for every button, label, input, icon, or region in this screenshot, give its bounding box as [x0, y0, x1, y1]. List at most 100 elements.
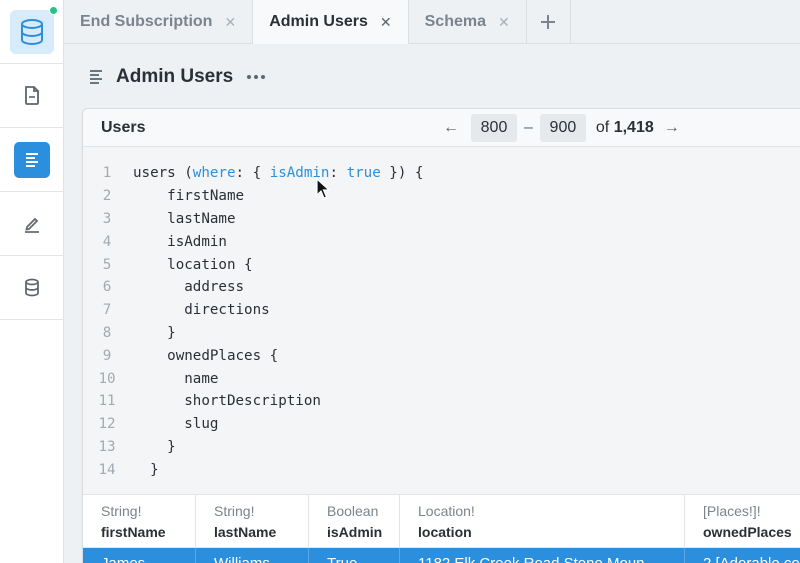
code-line: 6 address [83, 276, 800, 299]
database-tile[interactable] [10, 5, 58, 54]
sidebar-item-mutations[interactable] [0, 192, 64, 256]
table-cell[interactable]: True [309, 548, 400, 563]
tab-label: Admin Users [269, 13, 368, 30]
code-line: 1 users (where: { isAdmin: true }) { [83, 162, 800, 185]
line-number: 6 [102, 279, 112, 296]
close-icon[interactable]: ✕ [498, 14, 510, 31]
table-cell[interactable]: James [83, 548, 196, 563]
close-icon[interactable]: ✕ [380, 14, 392, 31]
table-cell[interactable]: 1182 Elk Creek Road Stone Moun [400, 548, 685, 563]
column-name: lastName [214, 524, 277, 540]
code-text: name [133, 370, 219, 387]
next-page-icon[interactable]: → [662, 119, 682, 137]
list-icon [26, 152, 38, 167]
table-cell[interactable]: 2 [Adorable cot [685, 548, 800, 563]
line-number: 11 [98, 393, 116, 410]
code-text: lastName [133, 210, 236, 227]
tab-admin-users[interactable]: Admin Users ✕ [253, 0, 409, 44]
list-icon [90, 70, 102, 84]
line-number: 3 [102, 210, 112, 227]
active-item-highlight [14, 141, 50, 178]
code-text: firstName [133, 188, 245, 205]
table-header: String! firstName String! lastName Boolean is… [83, 495, 800, 548]
code-line: 7 directions [83, 299, 800, 322]
code-text: users (where: { isAdmin: true }) { [133, 165, 424, 182]
code-line: 3 lastName [83, 208, 800, 231]
tab-schema[interactable]: Schema ✕ [409, 0, 527, 44]
code-text: } [133, 324, 176, 341]
tab-label: End Subscription [80, 13, 213, 30]
code-text: isAdmin [133, 233, 227, 250]
column-type: String! [214, 503, 255, 519]
tab-end-subscription[interactable]: End Subscription ✕ [64, 0, 254, 44]
column-header[interactable]: Location! location [400, 495, 685, 547]
line-number: 14 [98, 461, 116, 478]
code-text: ownedPlaces { [133, 347, 279, 364]
tab-label: Schema [424, 13, 486, 30]
results-table: String! firstName String! lastName Boolean is… [83, 494, 800, 563]
code-text: shortDescription [133, 393, 321, 410]
column-header[interactable]: Boolean isAdmin [309, 495, 400, 547]
column-header[interactable]: String! lastName [196, 495, 309, 547]
add-tab-button[interactable] [527, 0, 571, 44]
edit-icon [25, 217, 39, 233]
line-number: 2 [102, 188, 112, 205]
code-line: 4 isAdmin [83, 230, 800, 253]
code-text: location { [133, 256, 253, 273]
column-type: Location! [418, 503, 475, 519]
column-header[interactable]: String! firstName [83, 495, 196, 547]
code-line: 5 location { [83, 253, 800, 276]
code-line: 9 ownedPlaces { [83, 344, 800, 367]
code-line: 14 } [83, 458, 800, 481]
column-type: String! [101, 503, 142, 519]
line-number: 12 [98, 416, 116, 433]
code-line: 11 shortDescription [83, 390, 800, 413]
table-row[interactable]: JamesWilliamsTrue1182 Elk Creek Road Sto… [83, 548, 800, 563]
document-icon [25, 86, 39, 105]
database-icon [21, 18, 43, 45]
column-type: Boolean [327, 503, 379, 519]
card-title: Users [101, 119, 146, 136]
line-number: 5 [102, 256, 112, 273]
sidebar-item-database-connection[interactable] [0, 0, 64, 64]
line-number: 8 [102, 324, 112, 341]
prev-page-icon[interactable]: ← [441, 119, 461, 137]
line-number: 10 [98, 370, 116, 387]
more-options-icon[interactable] [247, 75, 266, 79]
range-end-field[interactable]: 900 [539, 114, 586, 142]
column-name: isAdmin [327, 524, 383, 540]
column-name: location [418, 524, 472, 540]
close-icon[interactable]: ✕ [224, 14, 236, 31]
tab-bar: End Subscription ✕ Admin Users ✕ Schema … [64, 0, 800, 44]
total-count: of 1,418 [595, 119, 654, 136]
table-cell[interactable]: Williams [196, 548, 309, 563]
connection-status-dot [49, 5, 58, 15]
sidebar-item-data[interactable] [0, 256, 64, 320]
code-line: 8 } [83, 322, 800, 345]
column-header[interactable]: [Places!]! ownedPlaces [685, 495, 800, 547]
query-card: Users ← 800 – 900 of 1,418 → 1 users (whe… [82, 108, 800, 563]
code-line: 2 firstName [83, 185, 800, 208]
page-header: Admin Users [88, 60, 266, 94]
plus-icon [541, 15, 556, 29]
sidebar-item-documents[interactable] [0, 64, 64, 128]
code-text: directions [133, 302, 270, 319]
sidebar-item-queries[interactable] [0, 128, 64, 192]
column-name: ownedPlaces [703, 524, 792, 540]
range-separator: – [524, 119, 533, 136]
code-line: 13 } [83, 436, 800, 459]
line-number: 9 [102, 347, 112, 364]
mouse-cursor-icon [316, 178, 330, 199]
line-number: 7 [102, 302, 112, 319]
code-line: 12 slug [83, 413, 800, 436]
query-editor[interactable]: 1 users (where: { isAdmin: true }) {2 fir… [83, 147, 800, 494]
sidebar [0, 0, 64, 563]
card-header: Users ← 800 – 900 of 1,418 → [83, 109, 800, 147]
column-type: [Places!]! [703, 503, 761, 519]
column-name: firstName [101, 524, 166, 540]
page-title: Admin Users [116, 66, 234, 87]
database-icon [25, 278, 39, 297]
line-number: 13 [98, 438, 116, 455]
range-start-field[interactable]: 800 [471, 114, 517, 142]
line-number: 4 [102, 233, 112, 250]
